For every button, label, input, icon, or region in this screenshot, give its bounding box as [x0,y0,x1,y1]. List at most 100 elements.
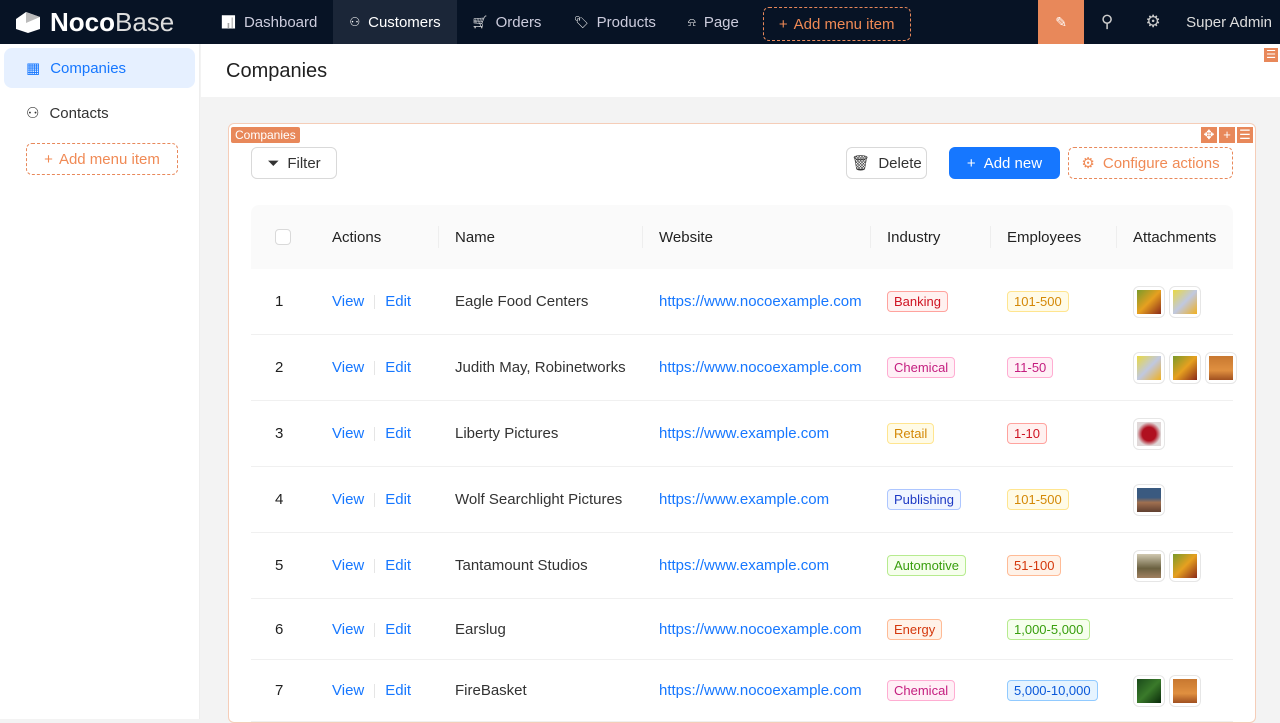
column-attachments[interactable]: Attachments [1133,229,1216,246]
nav-item-label: Dashboard [243,13,318,31]
companies-table: Actions Name Website Industry Employees … [251,205,1237,722]
employees-tag: 11-50 [1007,357,1054,378]
view-link[interactable]: View [332,491,364,508]
edit-link[interactable]: Edit [385,621,411,638]
company-name: Liberty Pictures [455,425,559,442]
website-link[interactable]: https://www.example.com [659,491,829,508]
column-website[interactable]: Website [659,229,713,246]
page-settings-icon[interactable]: ☰ [1264,48,1278,62]
industry-tag: Banking [887,291,948,312]
attachment-thumbnail-fruit[interactable] [1133,285,1165,318]
filter-icon: ⏷ [267,154,280,172]
block-menu-icon[interactable]: ☰ [1237,127,1253,143]
employees-tag: 5,000-10,000 [1007,680,1098,701]
row-number: 3 [275,425,284,442]
nav-item-label: Products [596,13,656,31]
sidebar-item-label: Companies [50,59,127,77]
nav-item-label: Page [703,13,739,31]
logo[interactable]: Noco Base [0,7,205,38]
table-row: 2 View Edit Judith May, Robinetworks http… [251,335,1237,401]
company-name: Wolf Searchlight Pictures [455,491,623,508]
attachment-thumbnail-fruit[interactable] [1169,549,1201,582]
edit-link[interactable]: Edit [385,359,411,376]
tag-icon: 🏷 [573,15,589,29]
page-title: Companies [226,60,328,82]
attachments [1133,285,1201,318]
website-link[interactable]: https://www.nocoexample.com [659,621,862,638]
column-industry[interactable]: Industry [887,229,940,246]
nav-item-customers[interactable]: ⚇ Customers [333,0,457,44]
add-new-label: Add new [983,154,1043,172]
industry-tag: Publishing [887,489,961,510]
sidebar-add-menu-item-button[interactable]: + Add menu item [26,143,178,175]
plus-icon: + [778,15,788,33]
settings-button[interactable]: ⚙ [1130,0,1176,44]
table-row: 5 View Edit Tantamount Studios https://ww… [251,533,1233,599]
filter-label: Filter [287,154,321,172]
nav-item-dashboard[interactable]: 📊 Dashboard [205,0,333,44]
website-link[interactable]: https://www.example.com [659,557,829,574]
highlighter-icon: ✎ [1055,13,1067,30]
trash-icon: 🗑 [851,155,871,172]
block-tag: Companies [231,127,300,143]
company-name: Tantamount Studios [455,557,588,574]
configure-label: Configure actions [1102,154,1220,172]
logo-icon [16,12,40,33]
team-icon: ⚇ [349,15,361,29]
user-menu[interactable]: Super Admin [1176,14,1280,31]
add-new-button[interactable]: + Add new [949,147,1060,179]
attachment-thumbnail-fruit[interactable] [1169,351,1201,384]
table-row: 3 View Edit Liberty Pictures https://www.… [251,401,1233,467]
edit-link[interactable]: Edit [385,682,411,699]
website-link[interactable]: https://www.nocoexample.com [659,359,862,376]
attachment-thumbnail-leaves[interactable] [1133,674,1165,707]
nav-item-page[interactable]: ⍾ Page [672,0,755,44]
column-actions: Actions [332,228,382,246]
view-link[interactable]: View [332,621,364,638]
attachment-thumbnail-desert[interactable] [1205,351,1237,384]
employees-tag: 1-10 [1007,423,1048,444]
website-link[interactable]: https://www.example.com [659,425,829,442]
attachments [1133,483,1165,516]
view-link[interactable]: View [332,682,364,699]
sidebar-item-label: Contacts [49,104,109,122]
edit-link[interactable]: Edit [385,557,411,574]
view-link[interactable]: View [332,557,364,574]
view-link[interactable]: View [332,425,364,442]
add-menu-item-label: Add menu item [793,15,895,33]
attachment-thumbnail-desert[interactable] [1169,674,1201,707]
filter-button[interactable]: ⏷ Filter [251,147,337,179]
add-menu-item-button[interactable]: + Add menu item [762,7,911,41]
configure-actions-button[interactable]: ⚙ Configure actions [1068,147,1233,179]
attachment-thumbnail-berries[interactable] [1133,417,1165,450]
column-name[interactable]: Name [455,229,495,246]
attachment-thumbnail-citrus[interactable] [1169,285,1201,318]
edit-link[interactable]: Edit [385,425,411,442]
delete-button[interactable]: 🗑 Delete [846,147,927,179]
bar-chart-icon: 📊 [221,15,236,29]
industry-tag: Automotive [887,555,967,576]
gear-icon: ⚙ [1145,12,1161,31]
nav-item-orders[interactable]: 🛒 Orders [457,0,558,44]
website-link[interactable]: https://www.nocoexample.com [659,682,862,699]
view-link[interactable]: View [332,359,364,376]
drag-icon[interactable]: ✥ [1201,127,1217,143]
ui-editor-toggle[interactable]: ✎ [1038,0,1085,44]
column-employees[interactable]: Employees [1007,229,1081,246]
attachments [1133,549,1201,582]
website-link[interactable]: https://www.nocoexample.com [659,293,862,310]
attachment-thumbnail-tree[interactable] [1133,549,1165,582]
plugin-button[interactable]: ⚲ [1084,0,1130,44]
attachment-thumbnail-citrus[interactable] [1133,351,1165,384]
nav-item-products[interactable]: 🏷 Products [557,0,671,44]
sidebar-item-contacts[interactable]: ⚇ Contacts [4,93,195,133]
edit-link[interactable]: Edit [385,491,411,508]
attachments [1133,351,1237,384]
view-link[interactable]: View [332,293,364,310]
select-all-checkbox[interactable] [275,229,291,245]
sidebar-item-companies[interactable]: ▦ Companies [4,48,195,88]
attachment-thumbnail-landscape[interactable] [1133,483,1165,516]
top-bar: Noco Base 📊 Dashboard ⚇ Customers 🛒 Orders 🏷 Pro… [0,0,1280,44]
edit-link[interactable]: Edit [385,293,411,310]
add-block-icon[interactable]: + [1219,127,1235,143]
